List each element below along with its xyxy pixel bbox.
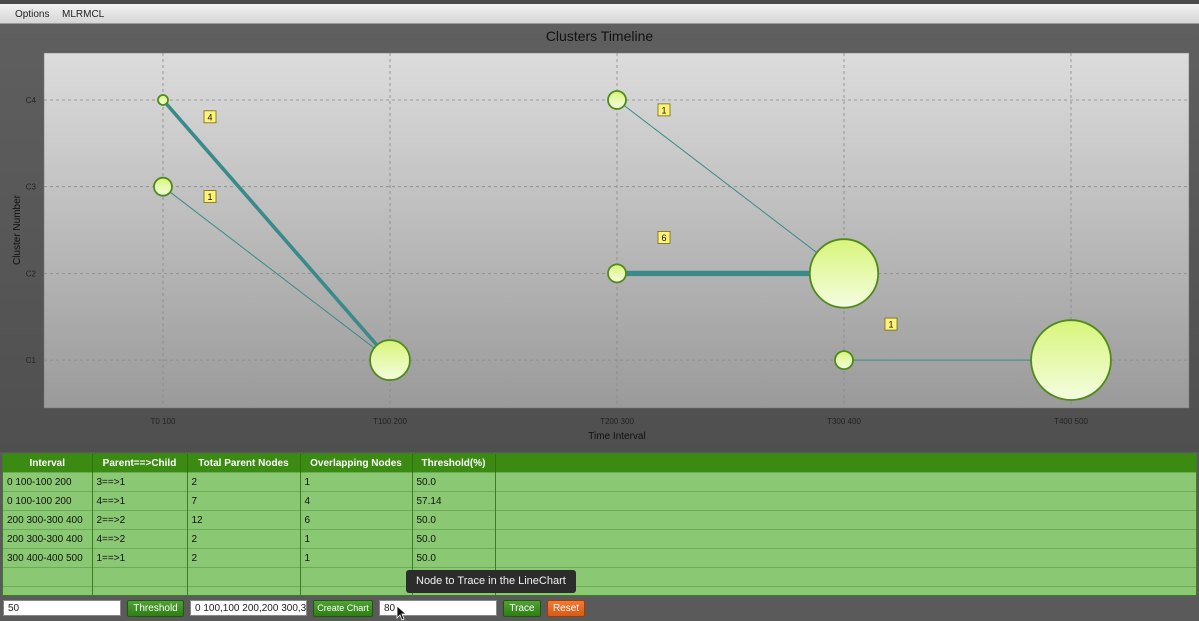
edge-label-text: 1 — [888, 320, 893, 330]
table-row[interactable]: 200 300-300 400 4==>2 2 1 50.0 — [3, 529, 1196, 549]
table-cell: 200 300-300 400 — [3, 510, 93, 530]
y-tick-label: C2 — [26, 269, 37, 278]
table-row[interactable] — [3, 586, 1196, 595]
cluster-node — [607, 263, 627, 284]
edge-label-text: 4 — [207, 112, 212, 122]
header-col-parent-child[interactable]: Parent==>Child — [92, 454, 188, 473]
cluster-node — [157, 94, 169, 106]
table-cell — [495, 510, 1196, 530]
table-cell — [495, 472, 1196, 492]
header-col-threshold[interactable]: Threshold(%) — [412, 454, 496, 473]
table-cell — [3, 567, 93, 587]
table-cell: 50.0 — [412, 548, 496, 568]
table-cell: 0 100-100 200 — [3, 491, 93, 511]
table-cell — [495, 548, 1196, 568]
cluster-node — [607, 90, 627, 110]
table-cell: 2 — [187, 472, 301, 492]
edge-label-badge: 4 — [203, 110, 217, 124]
table-cell: 50.0 — [412, 472, 496, 492]
y-tick-label: C3 — [26, 183, 37, 192]
table-cell — [3, 586, 93, 595]
results-table: Interval Parent==>Child Total Parent Nodes… — [3, 454, 1196, 595]
y-tick-label: C1 — [26, 356, 37, 365]
table-cell: 200 300-300 400 — [3, 529, 93, 549]
table-cell: 1==>1 — [92, 548, 188, 568]
table-cell: 0 100-100 200 — [3, 472, 93, 492]
table-cell: 4 — [300, 491, 413, 511]
edge-label-badge: 1 — [657, 103, 671, 117]
edge-label-badge: 1 — [203, 190, 217, 203]
intervals-input[interactable]: 0 100,100 200,200 300,3 — [190, 600, 307, 616]
table-row[interactable]: 300 400-400 500 1==>1 2 1 50.0 — [3, 548, 1196, 568]
table-cell — [300, 567, 413, 587]
table-cell: 2 — [187, 529, 301, 549]
table-cell — [495, 529, 1196, 549]
table-cell: 1 — [300, 548, 413, 568]
table-row[interactable] — [3, 567, 1196, 587]
trace-tooltip: Node to Trace in the LineChart — [406, 570, 576, 593]
threshold-button[interactable]: Threshold — [127, 600, 184, 617]
table-cell: 6 — [300, 510, 413, 530]
x-axis-label: Time Interval — [588, 431, 645, 442]
clusters-timeline-chart: 41161 T0 100 T100 200 T200 300 T300 400 T400… — [12, 52, 1190, 442]
table-cell: 4==>1 — [92, 491, 188, 511]
create-chart-button[interactable]: Create Chart — [313, 600, 373, 617]
x-tick-label: T0 100 — [151, 417, 176, 426]
threshold-input[interactable]: 50 — [3, 600, 121, 616]
x-tick-label: T300 400 — [827, 417, 861, 426]
table-row[interactable]: 200 300-300 400 2==>2 12 6 50.0 — [3, 510, 1196, 530]
cluster-node — [369, 339, 411, 381]
table-cell: 4==>2 — [92, 529, 188, 549]
table-cell — [187, 567, 301, 587]
edge-label-text: 6 — [661, 233, 666, 243]
table-cell: 2==>2 — [92, 510, 188, 530]
header-col-total-parent-nodes[interactable]: Total Parent Nodes — [187, 454, 301, 473]
x-tick-label: T100 200 — [373, 417, 407, 426]
table-cell: 300 400-400 500 — [3, 548, 93, 568]
table-cell — [495, 567, 1196, 587]
table-cell: 50.0 — [412, 529, 496, 549]
toolbar: 50 Threshold 0 100,100 200,200 300,3 Cre… — [0, 598, 1199, 619]
table-cell: 50.0 — [412, 510, 496, 530]
edge-label-badge: 6 — [657, 230, 671, 244]
table-cell — [92, 586, 188, 595]
table-cell: 2 — [187, 548, 301, 568]
table-row[interactable]: 0 100-100 200 4==>1 7 4 57.14 — [3, 491, 1196, 511]
header-col-interval[interactable]: Interval — [3, 454, 93, 473]
table-cell: 12 — [187, 510, 301, 530]
table-cell — [495, 586, 1196, 595]
x-tick-label: T400 500 — [1054, 417, 1088, 426]
table-cell: 1 — [300, 529, 413, 549]
table-cell: 57.14 — [412, 491, 496, 511]
header-col-overlapping-nodes[interactable]: Overlapping Nodes — [300, 454, 413, 473]
y-axis-label: Cluster Number — [12, 194, 23, 265]
edge-label-text: 1 — [207, 192, 212, 202]
x-tick-label: T200 300 — [600, 417, 634, 426]
table-cell — [495, 491, 1196, 511]
table-cell — [300, 586, 413, 595]
table-row[interactable]: 0 100-100 200 3==>1 2 1 50.0 — [3, 472, 1196, 492]
table-cell: 1 — [300, 472, 413, 492]
table-cell — [92, 567, 188, 587]
cluster-node — [1030, 319, 1112, 401]
results-table-panel: Interval Parent==>Child Total Parent Nodes… — [2, 453, 1197, 596]
reset-button[interactable]: Reset — [547, 600, 585, 617]
cluster-node — [834, 350, 854, 371]
cluster-node — [153, 176, 173, 197]
header-col-empty[interactable] — [495, 454, 1196, 473]
table-cell — [187, 586, 301, 595]
cluster-node — [808, 238, 880, 309]
edge-label-badge: 1 — [884, 317, 898, 331]
table-cell: 7 — [187, 491, 301, 511]
trace-button[interactable]: Trace — [503, 600, 541, 617]
table-cell: 3==>1 — [92, 472, 188, 492]
y-tick-label: C4 — [26, 96, 37, 105]
edge-label-text: 1 — [661, 105, 666, 115]
